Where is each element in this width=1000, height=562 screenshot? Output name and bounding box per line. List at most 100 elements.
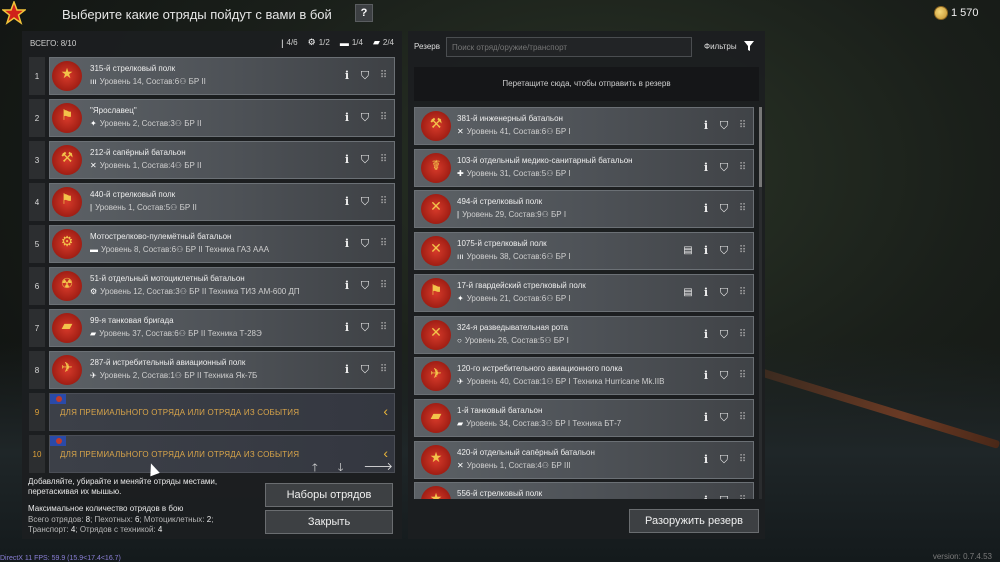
- disarm-reserve-button[interactable]: Разоружить резерв: [629, 509, 759, 533]
- info-icon[interactable]: i: [340, 195, 354, 209]
- squad-card[interactable]: ▰ 99-я танковая бригада ▰ Уровень 37, Соста…: [49, 309, 395, 347]
- filters-button[interactable]: Фильтры: [704, 42, 737, 51]
- reserve-row[interactable]: ⚒ 381-й инженерный батальон ✕ Уровень 41, С…: [414, 107, 754, 145]
- info-icon[interactable]: i: [340, 69, 354, 83]
- drag-handle-icon[interactable]: ⠿: [376, 195, 390, 209]
- reserve-row[interactable]: ⚑ 17-й гвардейский стрелковый полк ✦ Уровен…: [414, 273, 754, 312]
- drag-handle-icon[interactable]: ⠿: [735, 453, 749, 467]
- bookmark-icon[interactable]: ⛉: [717, 202, 731, 216]
- chevron-left-icon[interactable]: ‹: [383, 403, 388, 419]
- reserve-row[interactable]: ✕ 494-й стрелковый полк | Уровень 29, Соста…: [414, 190, 754, 229]
- squad-presets-button[interactable]: Наборы отрядов: [265, 483, 393, 507]
- reserve-search-input[interactable]: [446, 37, 692, 57]
- bookmark-icon[interactable]: ⛉: [717, 119, 731, 133]
- bookmark-icon[interactable]: ⛉: [717, 494, 731, 499]
- squad-name: 51-й отдельный мотоциклетный батальон: [90, 274, 245, 283]
- bookmark-icon[interactable]: ⛉: [358, 279, 372, 293]
- drag-handle-icon[interactable]: ⠿: [376, 69, 390, 83]
- bookmark-icon[interactable]: ⛉: [717, 328, 731, 342]
- info-icon[interactable]: i: [340, 237, 354, 251]
- squad-card[interactable]: ✈ 287-й истребительный авиационный полк ✈ У…: [49, 351, 395, 389]
- bookmark-icon[interactable]: ⛉: [358, 153, 372, 167]
- drag-handle-icon[interactable]: ⠿: [735, 369, 749, 383]
- drag-handle-icon[interactable]: ⠿: [376, 279, 390, 293]
- info-icon[interactable]: i: [340, 153, 354, 167]
- info-icon[interactable]: i: [699, 286, 713, 300]
- drag-handle-icon[interactable]: ⠿: [735, 411, 749, 425]
- arrow-right-icon[interactable]: 🡒: [363, 459, 393, 478]
- bookmark-icon[interactable]: ⛉: [717, 411, 731, 425]
- squad-card[interactable]: ⚒ 212-й сапёрный батальон ✕ Уровень 1, Сост…: [49, 141, 395, 179]
- drag-handle-icon[interactable]: ⠿: [376, 321, 390, 335]
- drag-handle-icon[interactable]: ⠿: [735, 202, 749, 216]
- bookmark-icon[interactable]: ⛉: [358, 111, 372, 125]
- squad-row[interactable]: 4 ⚑ 440-й стрелковый полк | Уровень 1, Соста…: [29, 183, 397, 221]
- bookmark-icon[interactable]: ⛉: [717, 161, 731, 175]
- drag-handle-icon[interactable]: ⠿: [376, 363, 390, 377]
- drag-handle-icon[interactable]: ⠿: [735, 328, 749, 342]
- info-icon[interactable]: i: [699, 369, 713, 383]
- reserve-row[interactable]: ★556-й стрелковый полк|i⛉⠿: [414, 482, 754, 499]
- reserve-row[interactable]: ✕ 1075-й стрелковый полк ııı Уровень 38, Со…: [414, 232, 754, 271]
- bookmark-icon[interactable]: ⛉: [358, 363, 372, 377]
- bookmark-icon[interactable]: ⛉: [358, 237, 372, 251]
- book-icon[interactable]: ▤: [681, 286, 695, 300]
- squad-card[interactable]: ☢ 51-й отдельный мотоциклетный батальон ⚙ У…: [49, 267, 395, 305]
- reserve-row[interactable]: ★ 420-й отдельный сапёрный батальон ✕ Урове…: [414, 440, 754, 479]
- arrow-down-icon[interactable]: 🡓: [338, 459, 344, 478]
- premium-slot-row[interactable]: 9 ДЛЯ ПРЕМИАЛЬНОГО ОТРЯДА ИЛИ ОТРЯДА ИЗ С…: [29, 393, 397, 431]
- drag-handle-icon[interactable]: ⠿: [735, 119, 749, 133]
- squad-row[interactable]: 8 ✈ 287-й истребительный авиационный полк ✈…: [29, 351, 397, 389]
- info-icon[interactable]: i: [699, 244, 713, 258]
- info-icon[interactable]: i: [340, 111, 354, 125]
- bookmark-icon[interactable]: ⛉: [717, 369, 731, 383]
- bookmark-icon[interactable]: ⛉: [358, 321, 372, 335]
- info-icon[interactable]: i: [699, 494, 713, 499]
- squad-card[interactable]: ⚑ 440-й стрелковый полк | Уровень 1, Состав…: [49, 183, 395, 221]
- drag-handle-icon[interactable]: ⠿: [735, 244, 749, 258]
- reserve-dropzone[interactable]: Перетащите сюда, чтобы отправить в резер…: [414, 67, 759, 101]
- bookmark-icon[interactable]: ⛉: [358, 69, 372, 83]
- drag-handle-icon[interactable]: ⠿: [376, 111, 390, 125]
- drag-handle-icon[interactable]: ⠿: [376, 237, 390, 251]
- arrow-up-icon[interactable]: 🡑: [312, 459, 318, 478]
- close-button[interactable]: Закрыть: [265, 510, 393, 534]
- help-button[interactable]: ?: [355, 4, 373, 22]
- drag-handle-icon[interactable]: ⠿: [376, 153, 390, 167]
- drag-handle-icon[interactable]: ⠿: [735, 286, 749, 300]
- bookmark-icon[interactable]: ⛉: [717, 244, 731, 258]
- info-icon[interactable]: i: [340, 363, 354, 377]
- reserve-row[interactable]: ☤ 103-й отдельный медико-санитарный батал…: [414, 148, 754, 187]
- bookmark-icon[interactable]: ⛉: [717, 286, 731, 300]
- bookmark-icon[interactable]: ⛉: [717, 453, 731, 467]
- drag-handle-icon[interactable]: ⠿: [735, 161, 749, 175]
- bookmark-icon[interactable]: ⛉: [358, 195, 372, 209]
- emblem-symbol-icon: ⚑: [60, 107, 74, 123]
- info-icon[interactable]: i: [699, 119, 713, 133]
- reserve-row[interactable]: ✕ 324-я разведывательная рота ○ Уровень 26,…: [414, 315, 754, 354]
- reserve-scrollbar[interactable]: [759, 107, 762, 499]
- book-icon[interactable]: ▤: [681, 244, 695, 258]
- squad-card[interactable]: ★ 315-й стрелковый полк ııı Уровень 14, Сос…: [49, 57, 395, 95]
- reserve-row[interactable]: ✈ 120-го истребительного авиационного пол…: [414, 357, 754, 396]
- drag-handle-icon[interactable]: ⠿: [735, 494, 749, 499]
- reserve-row[interactable]: ▰ 1-й танковый батальон ▰ Уровень 34, Соста…: [414, 398, 754, 437]
- info-icon[interactable]: i: [699, 453, 713, 467]
- squad-card[interactable]: ⚙ Мотострелково-пулемётный батальон ▬ Урове…: [49, 225, 395, 263]
- squad-row[interactable]: 7 ▰ 99-я танковая бригада ▰ Уровень 37, Сост…: [29, 309, 397, 347]
- info-icon[interactable]: i: [699, 328, 713, 342]
- info-icon[interactable]: i: [340, 279, 354, 293]
- filter-icon[interactable]: [744, 41, 754, 51]
- squad-row[interactable]: 5 ⚙ Мотострелково-пулемётный батальон ▬ Уров…: [29, 225, 397, 263]
- info-icon[interactable]: i: [699, 411, 713, 425]
- info-icon[interactable]: i: [699, 202, 713, 216]
- squad-row[interactable]: 6 ☢ 51-й отдельный мотоциклетный батальон ⚙…: [29, 267, 397, 305]
- squad-row[interactable]: 2 ⚑ "Ярославец" ✦ Уровень 2, Состав:3⚇ БР II…: [29, 99, 397, 137]
- info-icon[interactable]: i: [340, 321, 354, 335]
- premium-slot-card[interactable]: ДЛЯ ПРЕМИАЛЬНОГО ОТРЯДА ИЛИ ОТРЯДА ИЗ СО…: [49, 393, 395, 431]
- squad-row[interactable]: 1 ★ 315-й стрелковый полк ııı Уровень 14, Со…: [29, 57, 397, 95]
- squad-row[interactable]: 3 ⚒ 212-й сапёрный батальон ✕ Уровень 1, Сос…: [29, 141, 397, 179]
- info-icon[interactable]: i: [699, 161, 713, 175]
- scroll-thumb[interactable]: [759, 107, 762, 187]
- squad-card[interactable]: ⚑ "Ярославец" ✦ Уровень 2, Состав:3⚇ БР II i…: [49, 99, 395, 137]
